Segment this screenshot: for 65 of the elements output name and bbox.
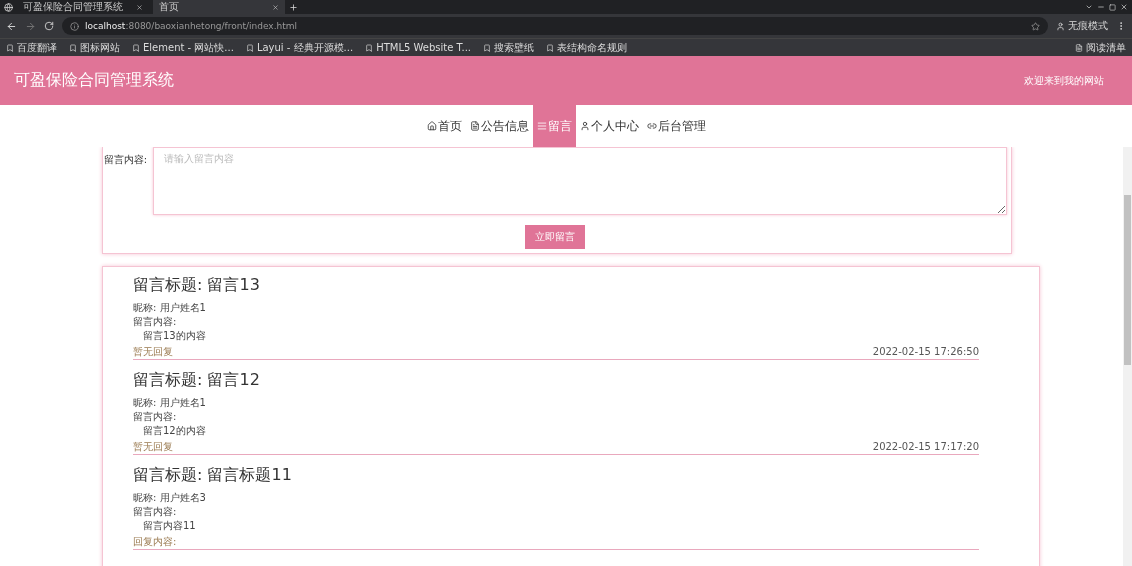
chevron-down-icon[interactable]	[1085, 3, 1093, 11]
message-content: 留言内容11	[142, 519, 197, 533]
minimize-icon[interactable]	[1097, 3, 1105, 11]
bookmark-link[interactable]: 百度翻译	[6, 40, 57, 55]
person-icon	[579, 121, 590, 131]
field-label: 留言内容:	[103, 153, 147, 167]
reply-status: 暂无回复	[133, 345, 173, 358]
lines-icon	[536, 121, 547, 131]
bookmark-icon	[69, 43, 77, 52]
scrollbar-thumb[interactable]	[1124, 195, 1131, 365]
close-icon[interactable]	[136, 3, 143, 11]
restore-icon[interactable]	[1109, 3, 1116, 11]
link-icon	[646, 121, 657, 131]
message-input[interactable]: 请输入留言内容	[153, 147, 1007, 215]
bookmark-icon	[546, 43, 555, 52]
bookmark-icon	[132, 43, 140, 52]
browser-tab[interactable]: 可盈保险合同管理系统	[17, 0, 149, 14]
reply-status: 暂无回复	[133, 440, 173, 453]
address-bar[interactable]: localhost:8080/baoxianhetong/front/index.html	[62, 17, 1048, 35]
bookmark-link[interactable]: 搜索壁纸	[483, 40, 535, 55]
forward-icon[interactable]	[25, 20, 36, 32]
message-title: 留言标题: 留言12	[133, 370, 261, 390]
site-title: 可盈保险合同管理系统	[14, 70, 174, 91]
nickname-text: 昵称: 用户姓名1	[133, 301, 207, 315]
nav-link[interactable]: 公告信息	[465, 105, 533, 147]
message-time: 2022-02-15 17:26:50	[872, 345, 979, 358]
nickname-text: 昵称: 用户姓名3	[133, 491, 207, 505]
add-icon[interactable]	[289, 2, 298, 12]
reply-status: 回复内容:	[133, 535, 177, 548]
back-icon[interactable]	[6, 20, 17, 32]
close-icon[interactable]	[1120, 3, 1128, 11]
message-content: 留言13的内容	[142, 329, 207, 343]
star-icon[interactable]	[1031, 21, 1040, 31]
person-icon	[1056, 21, 1065, 31]
bookmark-icon	[6, 43, 14, 52]
nickname-text: 昵称: 用户姓名1	[133, 396, 207, 410]
browser-tab[interactable]: 首页	[153, 0, 285, 14]
bookmark-link[interactable]: HTML5 Website T...	[365, 42, 472, 53]
message-title: 留言标题: 留言13	[133, 275, 261, 295]
document-icon	[469, 121, 480, 131]
content-label: 留言内容:	[133, 315, 178, 329]
bookmark-link[interactable]: 表结构命名规则	[546, 40, 628, 55]
welcome-text: 欢迎来到我的网站	[1024, 73, 1104, 88]
bookmark-icon	[483, 43, 492, 52]
profile-button[interactable]: 无痕模式	[1056, 19, 1108, 33]
message-content: 留言12的内容	[142, 424, 207, 438]
content-label: 留言内容:	[133, 505, 178, 519]
message-title: 留言标题: 留言标题11	[133, 465, 293, 485]
nav-link[interactable]: 后台管理	[642, 105, 710, 147]
home-icon	[426, 121, 437, 131]
close-icon[interactable]	[272, 3, 279, 11]
bookmark-icon	[365, 43, 374, 52]
info-icon	[70, 21, 79, 31]
document-icon	[1075, 43, 1083, 52]
bookmark-icon	[245, 43, 254, 52]
reading-list-button[interactable]: 阅读清单	[1075, 40, 1126, 55]
reload-icon[interactable]	[44, 21, 54, 31]
bookmark-link[interactable]: Layui - 经典开源模...	[245, 40, 354, 55]
bookmark-link[interactable]: 图标网站	[69, 40, 120, 55]
globe-icon	[4, 2, 13, 12]
message-time: 2022-02-15 17:17:20	[872, 440, 979, 453]
nav-link[interactable]: 个人中心	[575, 105, 643, 147]
content-label: 留言内容:	[133, 410, 178, 424]
bookmark-link[interactable]: Element - 网站快...	[132, 40, 234, 55]
nav-link[interactable]: 首页	[422, 105, 466, 147]
